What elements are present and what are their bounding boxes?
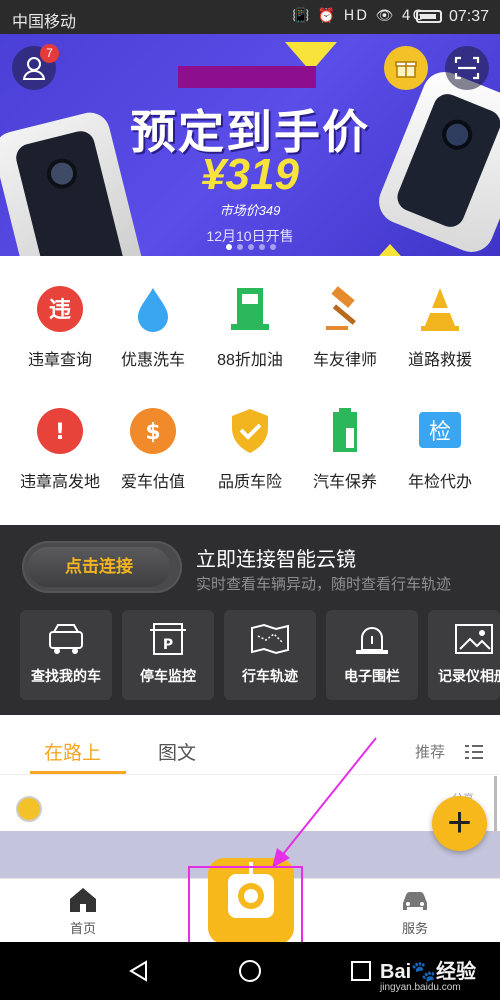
connect-title: 立即连接智能云镜 — [196, 549, 356, 571]
connect-button-label: 点击连接 — [28, 547, 170, 587]
svg-text:违: 违 — [49, 297, 71, 323]
watermark-brand: Bai🐾经验 — [380, 961, 477, 983]
service-label: 违章高发地 — [19, 474, 100, 491]
svg-text:P: P — [163, 637, 173, 653]
feature-label: 记录仪相册 — [438, 668, 500, 684]
pager-dot[interactable] — [270, 244, 276, 250]
service-item[interactable]: 道路救援 — [395, 284, 485, 370]
banner-tag — [178, 66, 316, 88]
banner-date: 12月10日开售 — [206, 228, 294, 244]
nav-home-label: 首页 — [69, 921, 96, 936]
home-icon — [70, 888, 96, 912]
feature-card[interactable]: 电子围栏 — [326, 610, 418, 700]
scan-button[interactable] — [445, 46, 489, 90]
alarm-fence-icon — [350, 622, 394, 656]
traffic-cone-icon — [415, 284, 465, 334]
service-item[interactable]: ! 违章高发地 — [15, 406, 105, 492]
recommend-filter[interactable]: 推荐 — [415, 741, 445, 762]
route-map-icon — [248, 622, 292, 656]
connect-subtitle: 实时查看车辆异动，随时查看行车轨迹 — [196, 576, 452, 593]
service-label: 品质车险 — [217, 474, 282, 491]
gift-icon — [395, 61, 417, 78]
avatar[interactable] — [16, 796, 42, 822]
service-item[interactable]: 88折加油 — [205, 284, 295, 370]
gavel-icon — [320, 284, 370, 334]
highlight-annotation — [188, 866, 303, 944]
inspection-icon: 检 — [415, 406, 465, 456]
service-item[interactable]: 优惠洗车 — [108, 284, 198, 370]
svg-text:检: 检 — [429, 420, 451, 445]
pager-dot[interactable] — [237, 244, 243, 250]
battery-icon — [416, 10, 442, 23]
feature-label: 停车监控 — [140, 668, 196, 684]
back-icon[interactable] — [128, 960, 150, 982]
water-drop-icon — [128, 284, 178, 334]
service-item[interactable]: 品质车险 — [205, 406, 295, 492]
banner-market-price: 市场价349 — [219, 203, 281, 218]
scrollbar[interactable] — [494, 776, 497, 836]
car-locate-icon — [44, 622, 88, 656]
service-item[interactable]: 检年检代办 — [395, 406, 485, 492]
feature-card[interactable]: 记录仪相册 — [428, 610, 500, 700]
feed-item[interactable]: 分享 — [0, 776, 500, 831]
feature-label: 电子围栏 — [344, 668, 400, 684]
service-label: 汽车保养 — [312, 474, 377, 491]
fuel-pump-icon — [225, 284, 275, 334]
svg-text:!: ! — [55, 420, 65, 445]
pager-dot[interactable] — [259, 244, 265, 250]
pager-dot[interactable] — [248, 244, 254, 250]
banner-pager[interactable] — [226, 244, 276, 250]
banner-price: ¥319 — [201, 150, 299, 199]
dollar-coin-icon: $ — [128, 406, 178, 456]
feature-card[interactable]: P 停车监控 — [122, 610, 214, 700]
alert-pin-icon: ! — [35, 406, 85, 456]
notification-badge: 7 — [40, 44, 59, 63]
service-label: 年检代办 — [407, 474, 472, 491]
add-post-button[interactable]: + — [432, 796, 487, 851]
violation-icon: 违 — [35, 284, 85, 334]
list-menu-icon[interactable] — [465, 745, 483, 759]
carrier-label: 中国移动 — [12, 14, 77, 31]
service-item[interactable]: 车友律师 — [300, 284, 390, 370]
feature-card[interactable]: 查找我的车 — [20, 610, 112, 700]
feature-card[interactable]: 行车轨迹 — [224, 610, 316, 700]
status-bar: 中国移动 📳 ⏰ HD 👁 4G 07:37 — [0, 0, 500, 34]
battery-icon — [320, 406, 370, 456]
nav-service-label: 服务 — [401, 921, 428, 936]
service-label: 车友律师 — [312, 352, 377, 369]
smart-mirror-panel: 点击连接 立即连接智能云镜 实时查看车辆异动，随时查看行车轨迹 查找我的车 P 停车… — [0, 525, 500, 715]
connect-button[interactable]: 点击连接 — [22, 541, 182, 593]
feature-label: 行车轨迹 — [242, 668, 298, 684]
service-label: 88折加油 — [217, 352, 283, 369]
watermark: Bai🐾经验 jingyan.baidu.com — [380, 955, 476, 993]
nav-service[interactable]: 服务 — [380, 885, 450, 937]
home-circle-icon[interactable] — [238, 959, 262, 983]
gift-button[interactable] — [384, 46, 428, 90]
recent-apps-icon[interactable] — [350, 960, 372, 982]
parking-monitor-icon: P — [146, 622, 190, 656]
service-item[interactable]: 汽车保养 — [300, 406, 390, 492]
service-label: 爱车估值 — [120, 474, 185, 491]
nav-home[interactable]: 首页 — [48, 885, 118, 937]
car-icon — [403, 892, 427, 910]
photo-album-icon — [452, 622, 496, 656]
scan-icon — [454, 56, 480, 80]
service-item[interactable]: 违违章查询 — [15, 284, 105, 370]
service-label: 违章查询 — [27, 352, 92, 369]
watermark-url: jingyan.baidu.com — [380, 982, 461, 993]
pager-dot[interactable] — [226, 244, 232, 250]
tab-on-road[interactable]: 在路上 — [44, 738, 101, 765]
tab-articles[interactable]: 图文 — [158, 738, 196, 765]
clock: 07:37 — [449, 8, 490, 25]
feature-label: 查找我的车 — [31, 668, 101, 684]
service-item[interactable]: $ 爱车估值 — [108, 406, 198, 492]
active-tab-indicator — [30, 771, 126, 774]
svg-text:$: $ — [145, 420, 160, 445]
content-tabs: 在路上 图文 推荐 — [0, 725, 500, 775]
status-indicators: 📳 ⏰ HD 👁 4G — [292, 8, 426, 24]
service-label: 优惠洗车 — [120, 352, 185, 369]
service-label: 道路救援 — [407, 352, 472, 369]
shield-check-icon — [225, 406, 275, 456]
